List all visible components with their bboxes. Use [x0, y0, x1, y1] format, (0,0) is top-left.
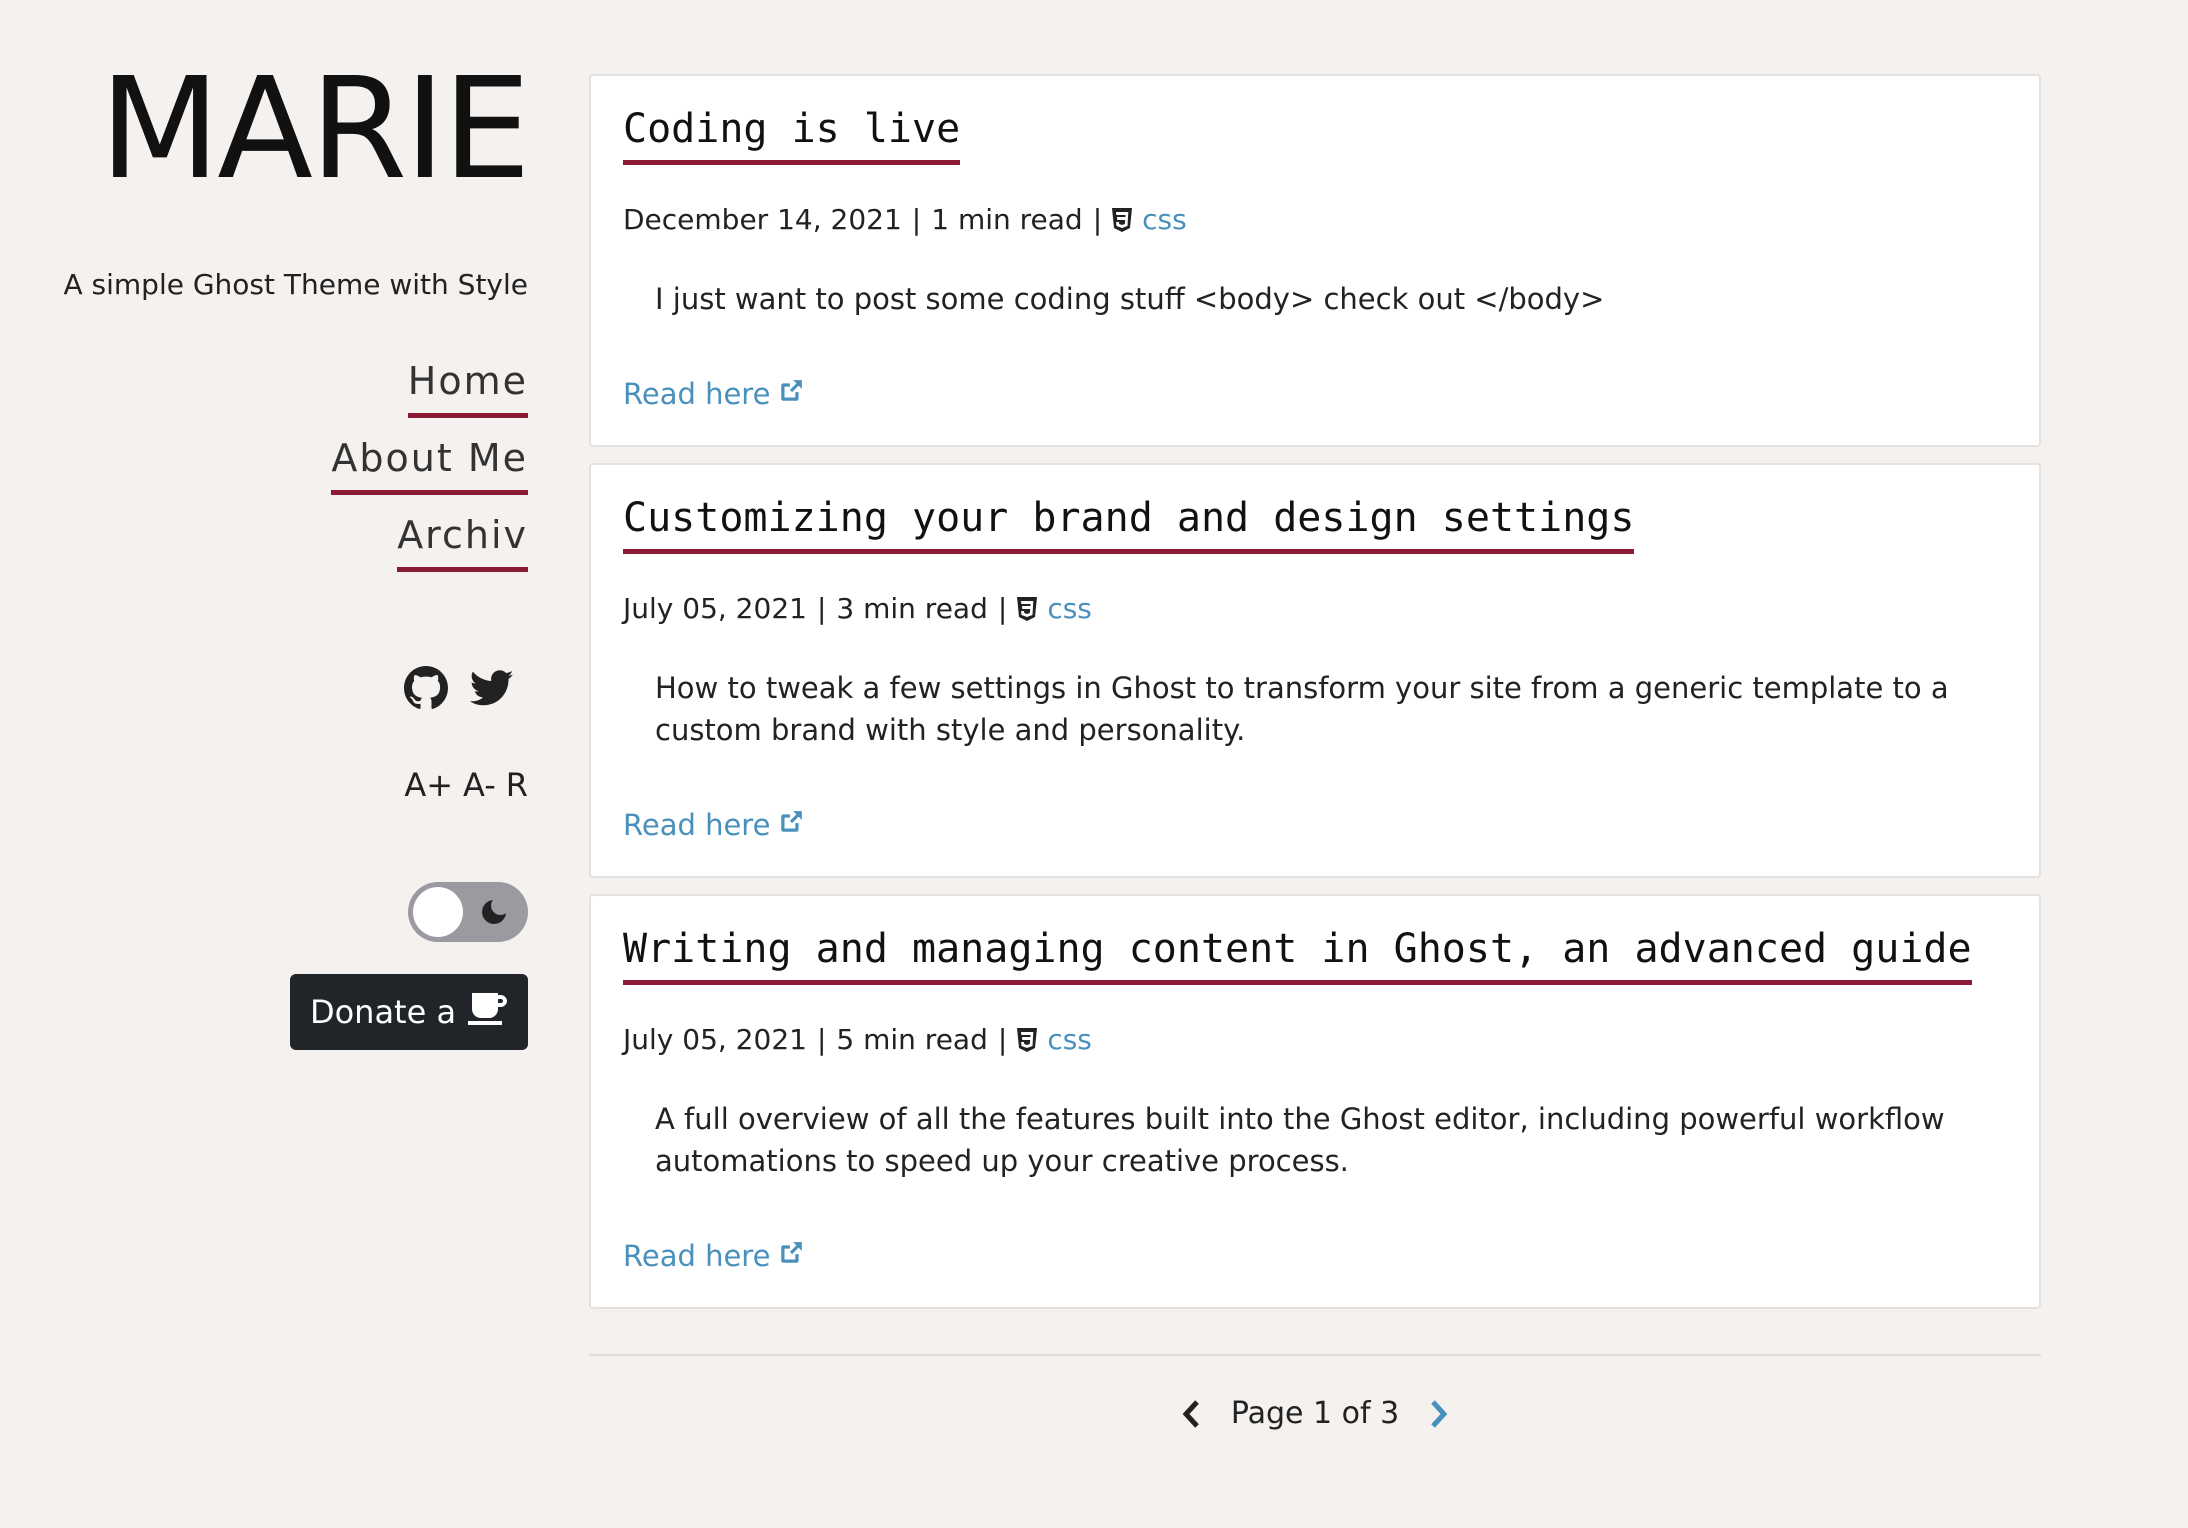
post-title[interactable]: Coding is live	[623, 104, 961, 165]
meta-separator: |	[816, 1023, 827, 1056]
read-more-link[interactable]: Read here	[623, 377, 804, 411]
external-link-icon	[778, 377, 804, 411]
font-decrease-button[interactable]: A-	[463, 766, 496, 804]
donate-button[interactable]: Donate a	[290, 974, 528, 1050]
nav-item-about-me[interactable]: About Me	[331, 432, 528, 495]
post-card: Coding is live December 14, 2021 | 1 min…	[589, 74, 2041, 447]
external-link-icon	[778, 1239, 804, 1273]
post-list: Coding is live December 14, 2021 | 1 min…	[589, 74, 2041, 1325]
font-reset-button[interactable]: R	[506, 766, 528, 804]
post-excerpt: A full overview of all the features buil…	[655, 1102, 1945, 1178]
site-tagline: A simple Ghost Theme with Style	[63, 268, 528, 301]
meta-separator: |	[911, 203, 922, 236]
toggle-knob	[413, 887, 463, 937]
post-excerpt: I just want to post some coding stuff <b…	[655, 282, 1605, 316]
read-more-label: Read here	[623, 1239, 771, 1273]
meta-separator: |	[997, 1023, 1008, 1056]
post-tag-link[interactable]: css	[1047, 592, 1092, 625]
meta-separator: |	[1092, 203, 1103, 236]
font-size-controls: A+ A- R	[404, 766, 528, 804]
nav-item-home[interactable]: Home	[407, 355, 528, 418]
coffee-cup-icon	[468, 991, 508, 1033]
dark-mode-toggle[interactable]	[408, 882, 528, 942]
post-read-time: 1 min read	[931, 203, 1083, 236]
post-date: December 14, 2021	[623, 203, 902, 236]
css3-icon	[1017, 1027, 1038, 1052]
social-links	[404, 666, 514, 710]
moon-icon	[478, 896, 510, 932]
main-nav: Home About Me Archiv	[331, 355, 528, 586]
post-card: Customizing your brand and design settin…	[589, 463, 2041, 878]
github-icon[interactable]	[404, 666, 448, 710]
read-more-label: Read here	[623, 808, 771, 842]
post-card: Writing and managing content in Ghost, a…	[589, 894, 2041, 1309]
chevron-left-icon[interactable]	[1181, 1399, 1203, 1429]
post-meta: December 14, 2021 | 1 min read | css	[623, 203, 2007, 236]
read-more-link[interactable]: Read here	[623, 808, 804, 842]
post-meta: July 05, 2021 | 5 min read | css	[623, 1023, 2007, 1056]
font-increase-button[interactable]: A+	[404, 766, 453, 804]
chevron-right-icon[interactable]	[1427, 1399, 1449, 1429]
nav-item-archiv[interactable]: Archiv	[397, 509, 528, 572]
site-title[interactable]: MARIE	[99, 60, 531, 200]
read-more-label: Read here	[623, 377, 771, 411]
page-indicator: Page 1 of 3	[1230, 1396, 1400, 1431]
meta-separator: |	[997, 592, 1008, 625]
css3-icon	[1017, 596, 1038, 621]
post-excerpt: How to tweak a few settings in Ghost to …	[655, 671, 1949, 747]
post-date: July 05, 2021	[623, 592, 807, 625]
post-tag-link[interactable]: css	[1142, 203, 1187, 236]
post-title[interactable]: Writing and managing content in Ghost, a…	[623, 924, 1972, 985]
twitter-icon[interactable]	[470, 666, 514, 710]
read-more-link[interactable]: Read here	[623, 1239, 804, 1273]
pagination-divider	[589, 1354, 2041, 1356]
post-tag-link[interactable]: css	[1047, 1023, 1092, 1056]
external-link-icon	[778, 808, 804, 842]
sidebar: MARIE A simple Ghost Theme with Style Ho…	[0, 0, 531, 1528]
css3-icon	[1112, 207, 1133, 232]
post-meta: July 05, 2021 | 3 min read | css	[623, 592, 2007, 625]
post-read-time: 3 min read	[836, 592, 988, 625]
post-title[interactable]: Customizing your brand and design settin…	[623, 493, 1635, 554]
post-date: July 05, 2021	[623, 1023, 807, 1056]
post-read-time: 5 min read	[836, 1023, 988, 1056]
donate-label: Donate a	[309, 993, 457, 1031]
pagination: Page 1 of 3	[589, 1396, 2041, 1431]
meta-separator: |	[816, 592, 827, 625]
